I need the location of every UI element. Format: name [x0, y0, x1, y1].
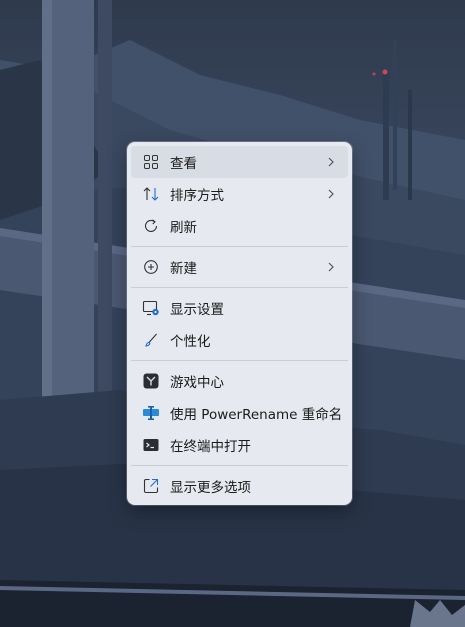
new-plus-icon [141, 257, 161, 277]
menu-separator [131, 465, 348, 466]
personalize-brush-icon [141, 330, 161, 350]
menu-item-open-terminal[interactable]: 在终端中打开 [131, 429, 348, 461]
menu-item-refresh[interactable]: 刷新 [131, 210, 348, 242]
refresh-icon [141, 216, 161, 236]
chevron-right-icon [328, 189, 334, 199]
menu-item-label: 显示更多选项 [170, 480, 251, 496]
chevron-right-icon [328, 157, 334, 167]
menu-item-label: 在终端中打开 [170, 439, 251, 455]
menu-item-display-settings[interactable]: 显示设置 [131, 292, 348, 324]
menu-item-new[interactable]: 新建 [131, 251, 348, 283]
sort-icon [141, 184, 161, 204]
menu-item-label: 查看 [170, 156, 197, 172]
desktop-wallpaper[interactable]: 查看 排序方式 刷新 新建 显示设置 个性化 游戏中心 使用 PowerRena… [0, 0, 465, 627]
menu-item-view[interactable]: 查看 [131, 146, 348, 178]
menu-item-label: 使用 PowerRename 重命名 [170, 407, 343, 423]
menu-item-powerrename[interactable]: 使用 PowerRename 重命名 [131, 397, 348, 429]
menu-item-label: 个性化 [170, 334, 211, 350]
menu-item-label: 排序方式 [170, 188, 224, 204]
menu-item-label: 刷新 [170, 220, 197, 236]
game-center-icon [141, 371, 161, 391]
menu-item-show-more-options[interactable]: 显示更多选项 [131, 470, 348, 502]
menu-item-sort[interactable]: 排序方式 [131, 178, 348, 210]
show-more-options-icon [141, 476, 161, 496]
terminal-icon [141, 435, 161, 455]
chevron-right-icon [328, 262, 334, 272]
menu-separator [131, 360, 348, 361]
menu-separator [131, 287, 348, 288]
display-settings-icon [141, 298, 161, 318]
menu-item-label: 新建 [170, 261, 197, 277]
menu-item-label: 游戏中心 [170, 375, 224, 391]
menu-separator [131, 246, 348, 247]
menu-item-game-center[interactable]: 游戏中心 [131, 365, 348, 397]
desktop-context-menu: 查看 排序方式 刷新 新建 显示设置 个性化 游戏中心 使用 PowerRena… [127, 142, 352, 505]
menu-item-personalize[interactable]: 个性化 [131, 324, 348, 356]
view-grid-icon [141, 152, 161, 172]
menu-item-label: 显示设置 [170, 302, 224, 318]
powerrename-icon [141, 403, 161, 423]
